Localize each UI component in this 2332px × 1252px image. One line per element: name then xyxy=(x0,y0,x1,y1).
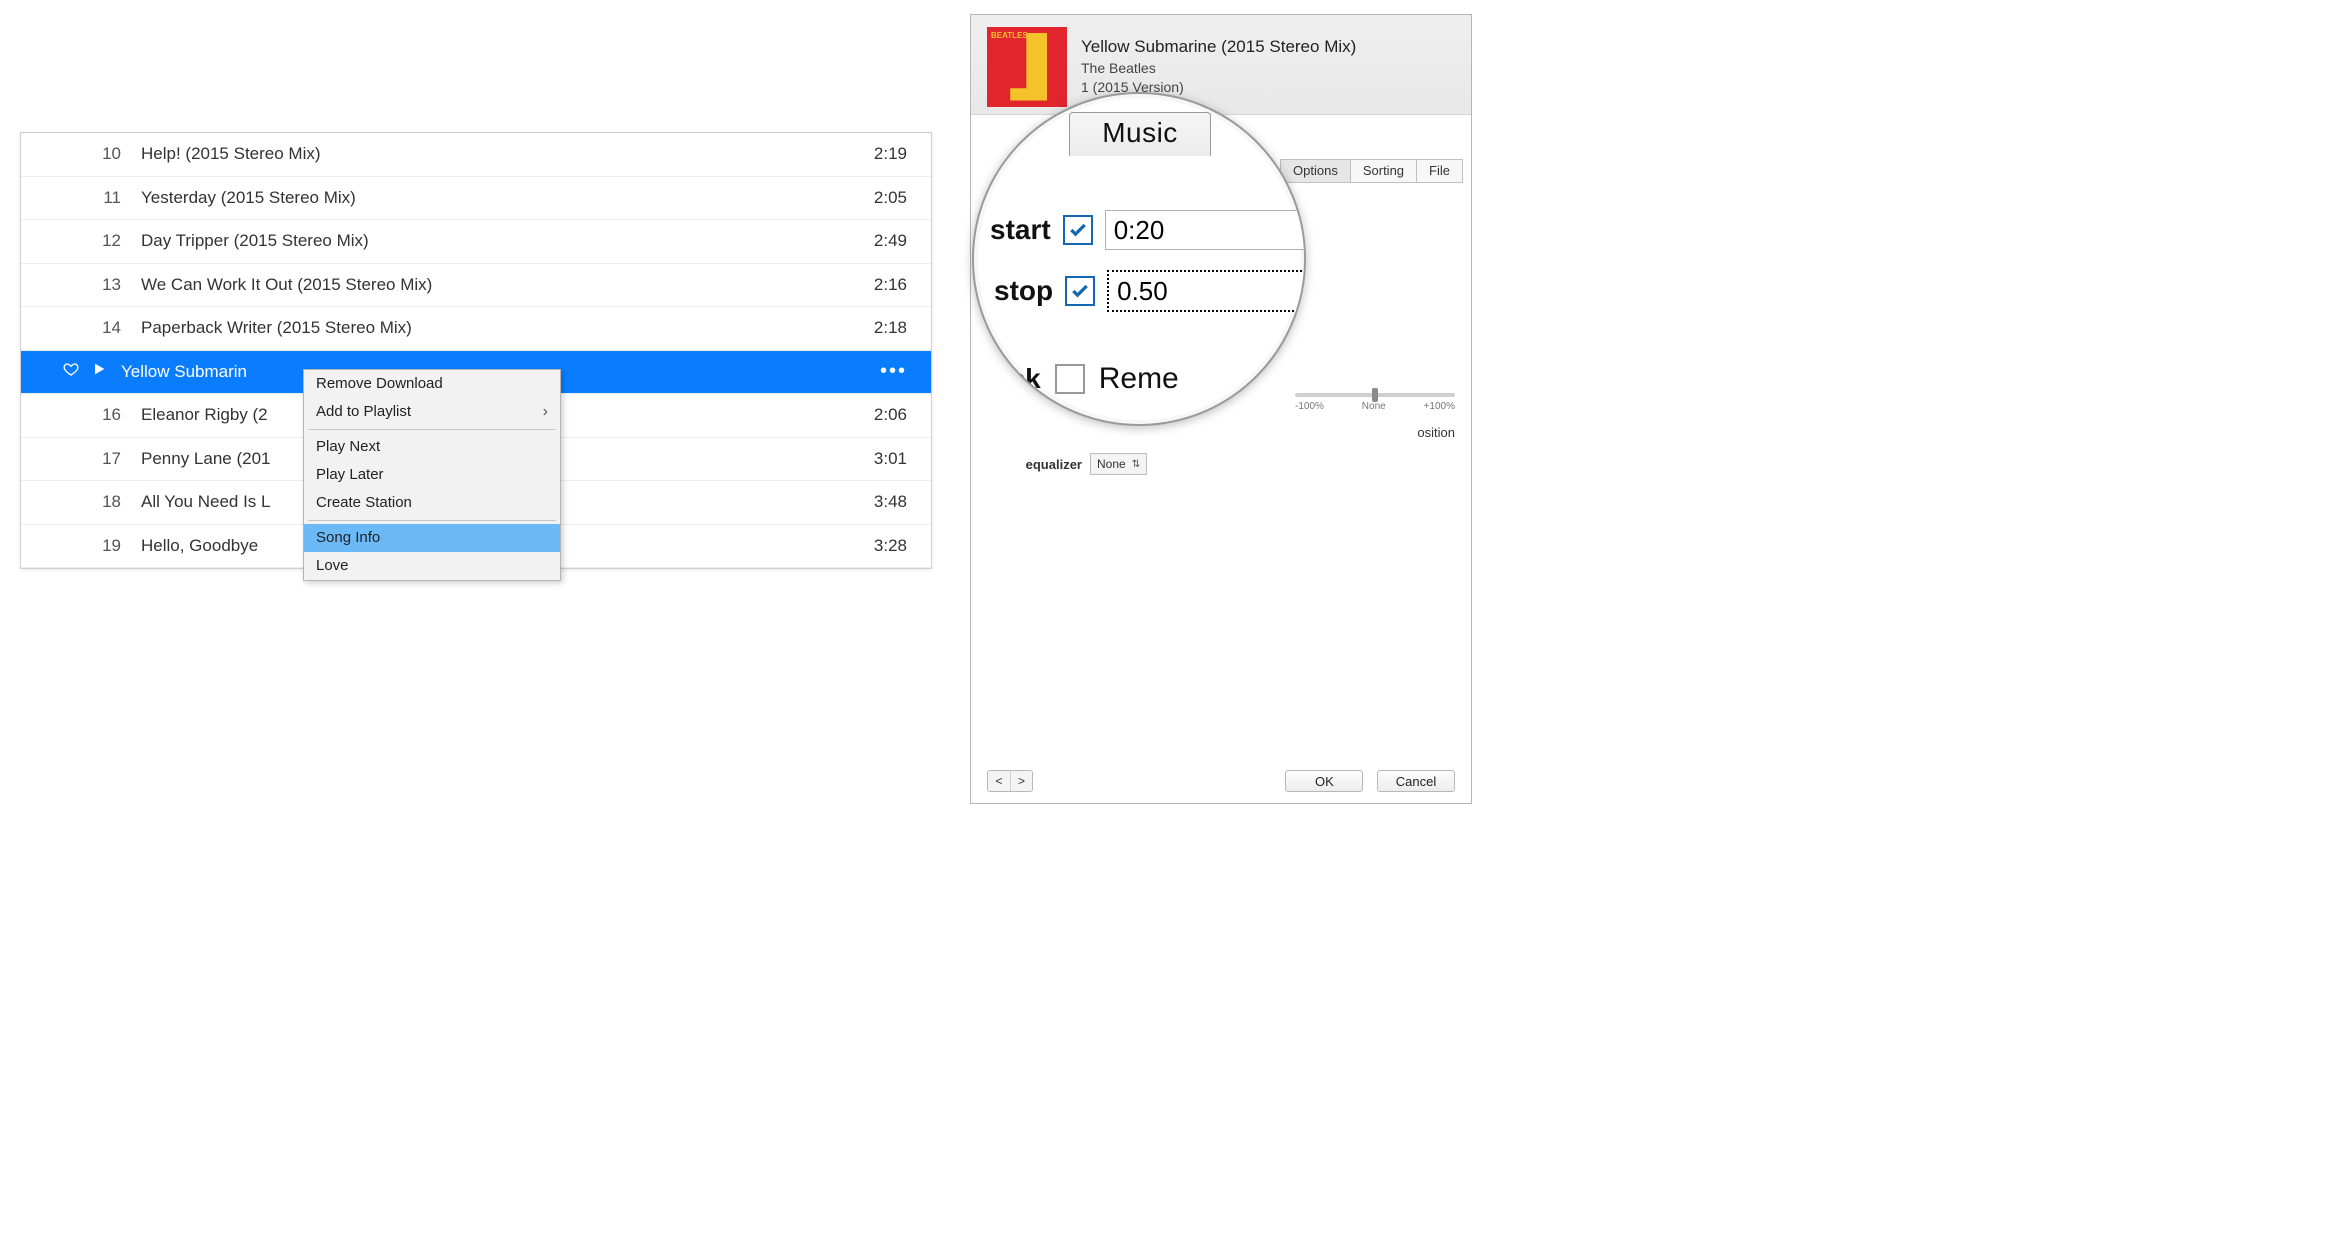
track-duration: 2:06 xyxy=(827,405,931,425)
chevron-updown-icon: ⇅ xyxy=(1132,459,1140,470)
track-number: 18 xyxy=(21,492,141,512)
menu-play-later[interactable]: Play Later xyxy=(304,461,560,489)
track-number: 14 xyxy=(21,318,141,338)
dialog-song-title: Yellow Submarine (2015 Stereo Mix) xyxy=(1081,36,1356,59)
remember-position-partial: osition xyxy=(1417,425,1455,440)
media-kind-tab[interactable]: Music xyxy=(1069,112,1211,156)
menu-love[interactable]: Love xyxy=(304,552,560,580)
tab-sorting[interactable]: Sorting xyxy=(1351,159,1417,183)
track-row[interactable]: 14 Paperback Writer (2015 Stereo Mix) 2:… xyxy=(21,307,931,351)
track-duration: 2:19 xyxy=(827,144,931,164)
equalizer-value: None xyxy=(1097,457,1126,471)
dialog-artist: The Beatles xyxy=(1081,59,1356,78)
track-title: We Can Work It Out (2015 Stereo Mix) xyxy=(141,275,827,295)
start-label: start xyxy=(990,214,1051,246)
stop-time-input[interactable] xyxy=(1107,270,1306,312)
track-number: 16 xyxy=(21,405,141,425)
menu-separator xyxy=(308,520,556,521)
prev-next-nav: < > xyxy=(987,770,1033,792)
menu-play-next[interactable]: Play Next xyxy=(304,433,560,461)
play-icon[interactable] xyxy=(91,361,107,382)
track-duration: 3:48 xyxy=(827,492,931,512)
equalizer-label: equalizer xyxy=(987,457,1090,472)
track-number: 17 xyxy=(21,449,141,469)
truncated-text: nd xyxy=(984,118,1022,152)
track-title: Day Tripper (2015 Stereo Mix) xyxy=(141,231,827,251)
track-number: 19 xyxy=(21,536,141,556)
slider-thumb-icon[interactable] xyxy=(1372,388,1378,402)
track-title: Yesterday (2015 Stereo Mix) xyxy=(141,188,827,208)
track-row[interactable]: 12 Day Tripper (2015 Stereo Mix) 2:49 xyxy=(21,220,931,264)
context-menu: Remove Download Add to Playlist Play Nex… xyxy=(303,369,561,581)
next-song-button[interactable]: > xyxy=(1010,771,1032,791)
track-row[interactable]: 10 Help! (2015 Stereo Mix) 2:19 xyxy=(21,133,931,177)
menu-add-to-playlist[interactable]: Add to Playlist xyxy=(304,398,560,426)
equalizer-select[interactable]: None ⇅ xyxy=(1090,453,1147,475)
track-duration: 3:01 xyxy=(827,449,931,469)
stop-label: stop xyxy=(994,275,1053,307)
ok-button[interactable]: OK xyxy=(1285,770,1363,792)
playback-label-partial: ack xyxy=(994,363,1041,395)
track-title: Paperback Writer (2015 Stereo Mix) xyxy=(141,318,827,338)
track-row[interactable]: 11 Yesterday (2015 Stereo Mix) 2:05 xyxy=(21,177,931,221)
volume-plus-label: +100% xyxy=(1424,401,1455,412)
tab-file[interactable]: File xyxy=(1417,159,1463,183)
track-duration: 2:16 xyxy=(827,275,931,295)
more-options-icon[interactable]: ••• xyxy=(880,360,931,383)
track-duration: 2:49 xyxy=(827,231,931,251)
track-duration: 2:18 xyxy=(827,318,931,338)
start-checkbox[interactable] xyxy=(1063,215,1093,245)
remember-text-partial: Reme xyxy=(1099,362,1179,396)
dialog-footer: < > OK Cancel xyxy=(971,759,1471,803)
cover-text: BEATLES xyxy=(991,31,1028,40)
remember-checkbox[interactable] xyxy=(1055,364,1085,394)
prev-song-button[interactable]: < xyxy=(988,771,1010,791)
tab-bar: Options Sorting File xyxy=(1280,157,1463,185)
menu-create-station[interactable]: Create Station xyxy=(304,489,560,517)
volume-slider[interactable] xyxy=(1295,393,1455,397)
track-number: 12 xyxy=(21,231,141,251)
track-row[interactable]: 13 We Can Work It Out (2015 Stereo Mix) … xyxy=(21,264,931,308)
track-number: 13 xyxy=(21,275,141,295)
track-number: 10 xyxy=(21,144,141,164)
tracklist-panel: 10 Help! (2015 Stereo Mix) 2:19 11 Yeste… xyxy=(20,132,932,569)
menu-remove-download[interactable]: Remove Download xyxy=(304,370,560,398)
menu-separator xyxy=(308,429,556,430)
stop-checkbox[interactable] xyxy=(1065,276,1095,306)
menu-song-info[interactable]: Song Info xyxy=(304,524,560,552)
track-number: 11 xyxy=(21,188,141,208)
track-duration: 3:28 xyxy=(827,536,931,556)
track-duration: 2:05 xyxy=(827,188,931,208)
start-time-input[interactable] xyxy=(1105,210,1306,250)
love-outline-icon[interactable] xyxy=(63,361,79,382)
track-title: Help! (2015 Stereo Mix) xyxy=(141,144,827,164)
menu-label: Add to Playlist xyxy=(316,400,411,424)
cancel-button[interactable]: Cancel xyxy=(1377,770,1455,792)
zoom-lens: nd Music start stop ack Reme xyxy=(972,92,1306,426)
volume-none-label: None xyxy=(1362,401,1386,412)
